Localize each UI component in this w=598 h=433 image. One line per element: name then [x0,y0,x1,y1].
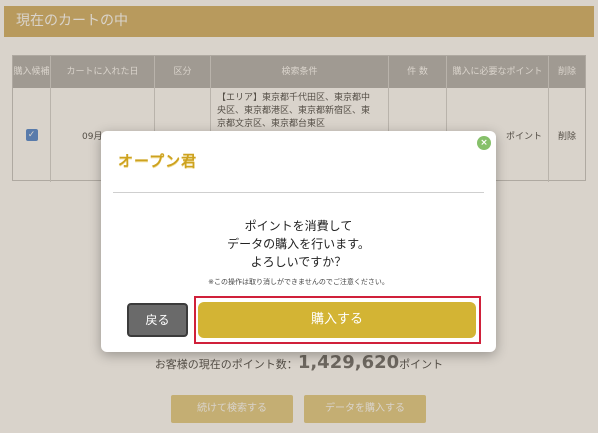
close-icon[interactable]: × [477,136,491,150]
message-line: ポイントを消費して [244,219,353,233]
dialog-divider [113,192,484,193]
back-button[interactable]: 戻る [127,303,188,337]
message-line: データの購入を行います。 [227,237,370,251]
dialog-title: オープン君 [118,152,198,170]
message-line: よろしいですか？ [250,255,347,269]
buy-button[interactable]: 購入する [198,302,476,338]
dialog-note: ※この操作は取り消しができませんのでご注意ください。 [208,278,389,286]
purchase-confirm-dialog: オープン君 × ポイントを消費して データの購入を行います。 よろしいですか？ … [101,131,496,352]
dialog-message: ポイントを消費して データの購入を行います。 よろしいですか？ [101,217,496,271]
